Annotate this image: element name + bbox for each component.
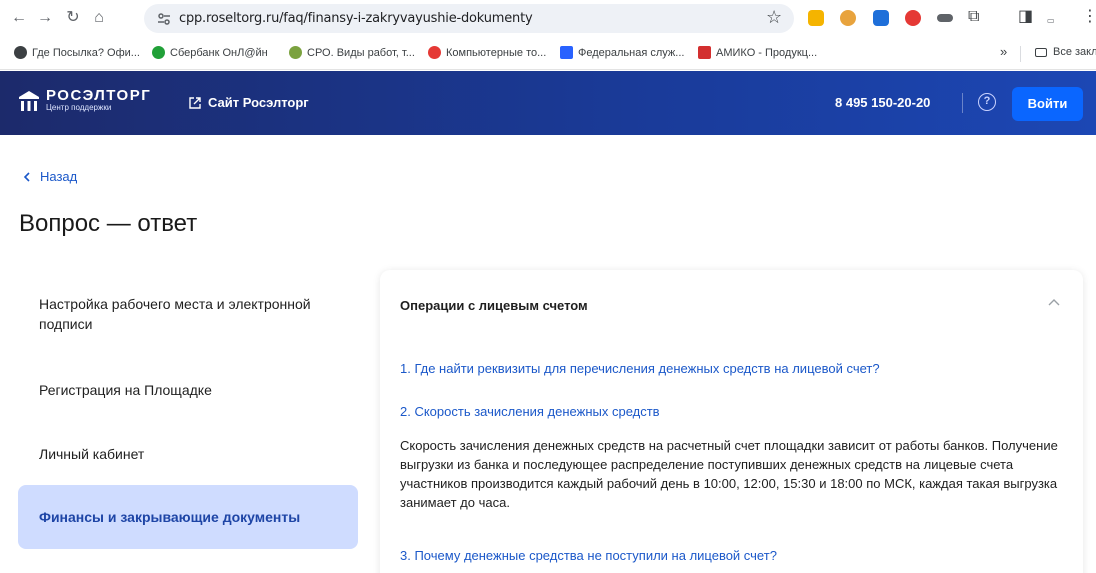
- profile-icon[interactable]: ▭: [1047, 10, 1055, 32]
- faq-section-card: Операции с лицевым счетом 1. Где найти р…: [380, 270, 1083, 573]
- external-link-icon: [189, 96, 201, 109]
- side-panel-icon[interactable]: ◨: [1018, 6, 1033, 28]
- bookmark-star-icon[interactable]: ☆: [766, 6, 782, 28]
- chevron-left-icon: [23, 171, 30, 182]
- logo-subtitle: Центр поддержки: [46, 103, 112, 112]
- bookmark-item[interactable]: Сбербанк ОнЛ@йн: [152, 46, 268, 59]
- extension-icon[interactable]: [937, 14, 953, 22]
- bookmarks-bar: Где Посылка? Офи... Сбербанк ОнЛ@йн СРО.…: [0, 37, 1096, 70]
- faq-answer-2: Скорость зачисления денежных средств на …: [400, 438, 1058, 510]
- extensions-puzzle-icon[interactable]: ⧉: [968, 6, 979, 28]
- bookmark-item[interactable]: АМИКО - Продукц...: [698, 46, 817, 59]
- bookmark-item[interactable]: Федеральная служ...: [560, 46, 684, 59]
- sidebar-item-label: Финансы и закрывающие документы: [39, 509, 301, 525]
- address-bar[interactable]: cpp.roseltorg.ru/faq/finansy-i-zakryvayu…: [144, 4, 794, 33]
- browser-toolbar: ← → ↻ ⌂ cpp.roseltorg.ru/faq/finansy-i-z…: [0, 0, 1096, 37]
- chevron-up-icon[interactable]: [1047, 296, 1061, 310]
- all-bookmarks-button[interactable]: Все закладки: [1035, 46, 1096, 58]
- bookmarks-divider: [1020, 46, 1021, 62]
- help-question-icon[interactable]: ?: [978, 93, 996, 111]
- support-phone[interactable]: 8 495 150-20-20: [835, 95, 930, 110]
- sidebar-item-workplace-setup[interactable]: Настройка рабочего места и электронной п…: [18, 294, 358, 334]
- sidebar-item-registration[interactable]: Регистрация на Площадке: [18, 380, 358, 400]
- login-button[interactable]: Войти: [1012, 87, 1083, 121]
- extension-icon[interactable]: [840, 10, 856, 26]
- computer-store-icon: [428, 46, 441, 59]
- page-title: Вопрос — ответ: [19, 210, 198, 237]
- section-title[interactable]: Операции с лицевым счетом: [400, 298, 588, 313]
- url-text[interactable]: cpp.roseltorg.ru/faq/finansy-i-zakryvayu…: [179, 11, 533, 26]
- back-link[interactable]: Назад: [21, 169, 77, 184]
- site-settings-icon[interactable]: [156, 11, 172, 27]
- logo-name: РОСЭЛТОРГ: [46, 87, 152, 104]
- faq-question-2[interactable]: 2. Скорость зачисления денежных средств: [400, 404, 660, 419]
- extension-icon[interactable]: [873, 10, 889, 26]
- extension-icon[interactable]: [905, 10, 921, 26]
- forward-arrow-icon[interactable]: →: [34, 7, 56, 29]
- roseltorg-logo[interactable]: РОСЭЛТОРГ Центр поддержки: [18, 88, 151, 113]
- logo-mark-icon: [19, 90, 39, 111]
- header-divider: [962, 93, 963, 113]
- extension-1c-icon[interactable]: [808, 10, 824, 26]
- site-header: РОСЭЛТОРГ Центр поддержки Сайт Росэлторг…: [0, 71, 1096, 135]
- sro-icon: [289, 46, 302, 59]
- menu-dots-icon[interactable]: ⋮: [1082, 6, 1096, 28]
- globe-icon: [14, 46, 27, 59]
- bookmark-item[interactable]: СРО. Виды работ, т...: [289, 46, 415, 59]
- roseltorg-site-link[interactable]: Сайт Росэлторг: [188, 95, 309, 110]
- sidebar-item-finance-documents[interactable]: Финансы и закрывающие документы: [18, 485, 358, 549]
- sidebar-item-personal-account[interactable]: Личный кабинет: [18, 444, 358, 464]
- bookmark-item[interactable]: Компьютерные то...: [428, 46, 546, 59]
- bookmark-item[interactable]: Где Посылка? Офи...: [14, 46, 140, 59]
- sber-icon: [152, 46, 165, 59]
- faq-question-1[interactable]: 1. Где найти реквизиты для перечисления …: [400, 361, 880, 376]
- bookmarks-overflow[interactable]: »: [1000, 44, 1007, 59]
- amiko-icon: [698, 46, 711, 59]
- folder-icon: [1035, 47, 1047, 57]
- logo-text: РОСЭЛТОРГ Центр поддержки: [46, 88, 151, 113]
- faq-question-3[interactable]: 3. Почему денежные средства не поступили…: [400, 548, 777, 563]
- federal-service-icon: [560, 46, 573, 59]
- reload-icon[interactable]: ↻: [62, 7, 84, 29]
- home-icon[interactable]: ⌂: [88, 7, 110, 29]
- back-arrow-icon[interactable]: ←: [8, 7, 30, 29]
